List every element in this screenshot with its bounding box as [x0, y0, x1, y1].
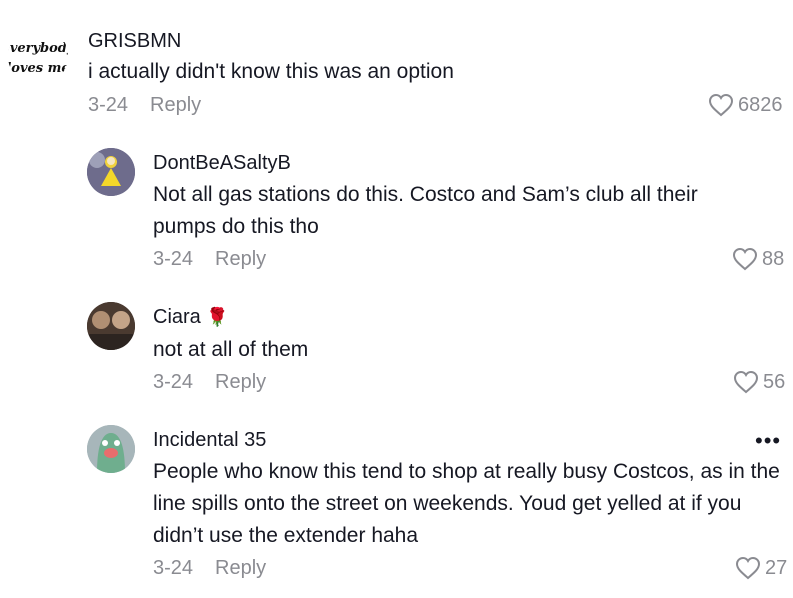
- avatar[interactable]: [87, 425, 135, 473]
- comment-date: 3-24: [153, 371, 194, 393]
- comment-meta: 3-24 Reply: [153, 557, 266, 580]
- username[interactable]: GRISBMN: [88, 30, 181, 53]
- comment-text: not at all of them: [153, 338, 309, 361]
- reply-button[interactable]: Reply: [215, 557, 266, 579]
- comment-meta: 3-24 Reply: [88, 94, 201, 117]
- svg-text:everybody: everybody: [8, 41, 68, 56]
- reply-button[interactable]: Reply: [215, 248, 266, 270]
- comment-date: 3-24: [88, 94, 129, 116]
- avatar-image: [87, 148, 135, 196]
- svg-text:loves me: loves me: [8, 61, 68, 76]
- username[interactable]: DontBeASaltyB: [153, 152, 291, 175]
- reply-button[interactable]: Reply: [150, 94, 201, 116]
- avatar[interactable]: [87, 148, 135, 196]
- more-options-icon[interactable]: •••: [755, 428, 781, 454]
- username[interactable]: Incidental 35: [153, 429, 266, 452]
- like-count: 88: [762, 247, 785, 270]
- like-count: 6826: [738, 93, 783, 116]
- avatar[interactable]: everybody loves me: [8, 26, 68, 86]
- heart-icon: [735, 556, 761, 580]
- like-button[interactable]: 88: [732, 247, 784, 271]
- avatar-image: [87, 302, 135, 350]
- username-text: Ciara: [153, 306, 201, 328]
- heart-icon: [708, 93, 734, 117]
- avatar-image: [87, 425, 135, 473]
- username[interactable]: Ciara 🌹: [153, 306, 229, 329]
- heart-icon: [733, 370, 759, 394]
- like-count: 56: [763, 370, 786, 393]
- reply-button[interactable]: Reply: [215, 371, 266, 393]
- rose-emoji: 🌹: [206, 307, 229, 327]
- like-button[interactable]: 6826: [708, 93, 783, 117]
- like-count: 27: [765, 556, 788, 579]
- heart-icon: [732, 247, 758, 271]
- like-button[interactable]: 56: [733, 370, 785, 394]
- avatar-image: everybody loves me: [8, 41, 68, 76]
- like-button[interactable]: 27: [735, 556, 787, 580]
- comment-text: Not all gas stations do this. Costco and…: [153, 183, 698, 238]
- comment-meta: 3-24 Reply: [153, 371, 266, 394]
- comment-text: People who know this tend to shop at rea…: [153, 460, 780, 547]
- comment-meta: 3-24 Reply: [153, 248, 266, 271]
- comment-text: i actually didn't know this was an optio…: [88, 60, 454, 83]
- comment-date: 3-24: [153, 557, 194, 579]
- avatar[interactable]: [87, 302, 135, 350]
- comment-date: 3-24: [153, 248, 194, 270]
